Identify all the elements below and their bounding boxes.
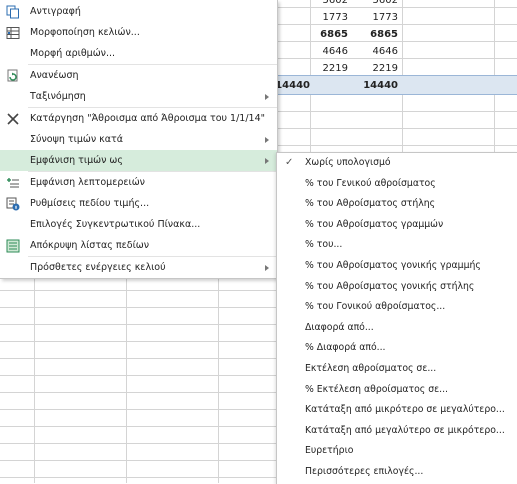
field-settings-icon bbox=[6, 197, 20, 211]
table-cell[interactable]: 5602 bbox=[350, 0, 398, 9]
menu-item-refresh[interactable]: Ανανέωση bbox=[0, 65, 277, 86]
menu-item-sort[interactable]: Ταξινόμηση bbox=[0, 86, 277, 107]
context-menu: Αντιγραφή Μορφοποίηση κελιών... Μορφή αρ… bbox=[0, 0, 278, 279]
menu-item-show-details[interactable]: Εμφάνιση λεπτομερειών bbox=[0, 172, 277, 193]
submenu-item-pct-of[interactable]: % του... bbox=[277, 235, 517, 256]
submenu-item-label: % του Αθροίσματος στήλης bbox=[305, 198, 436, 210]
submenu-arrow-icon bbox=[265, 265, 269, 271]
submenu-item-pct-row-total[interactable]: % του Αθροίσματος γραμμών bbox=[277, 215, 517, 236]
menu-item-label: Αντιγραφή bbox=[30, 6, 81, 17]
submenu-item-no-calculation[interactable]: ✓ Χωρίς υπολογισμό bbox=[277, 153, 517, 174]
submenu-item-label: Ευρετήριο bbox=[305, 445, 354, 457]
menu-item-label: Πρόσθετες ενέργειες κελιού bbox=[30, 262, 166, 273]
table-cell[interactable]: 6865 bbox=[350, 26, 398, 43]
menu-item-label: Εμφάνιση λεπτομερειών bbox=[30, 177, 145, 188]
remove-x-icon bbox=[6, 112, 20, 126]
submenu-item-more-options[interactable]: Περισσότερες επιλογές... bbox=[277, 462, 517, 483]
submenu-item-label: % του Γονικού αθροίσματος... bbox=[305, 301, 446, 313]
menu-item-remove-field[interactable]: Κατάργηση "Άθροισμα από Άθροισμα του 1/1… bbox=[0, 108, 277, 129]
menu-item-label: Μορφή αριθμών... bbox=[30, 48, 116, 59]
submenu-item-label: Κατάταξη από μεγαλύτερο σε μικρότερο... bbox=[305, 424, 505, 436]
submenu-item-pct-grand-total[interactable]: % του Γενικού αθροίσματος bbox=[277, 174, 517, 195]
submenu-item-pct-difference-from[interactable]: % Διαφορά από... bbox=[277, 338, 517, 359]
submenu-item-pct-running-total-in[interactable]: % Εκτέλεση αθροίσματος σε... bbox=[277, 380, 517, 401]
submenu-arrow-icon bbox=[265, 94, 269, 100]
submenu-item-rank-largest-to-smallest[interactable]: Κατάταξη από μεγαλύτερο σε μικρότερο... bbox=[277, 421, 517, 442]
submenu-item-pct-parent-column-total[interactable]: % του Αθροίσματος γονικής στήλης bbox=[277, 277, 517, 298]
table-cell[interactable]: 1773 bbox=[300, 9, 348, 26]
table-cell[interactable]: 1773 bbox=[350, 9, 398, 26]
submenu-item-pct-column-total[interactable]: % του Αθροίσματος στήλης bbox=[277, 194, 517, 215]
refresh-icon bbox=[6, 69, 20, 83]
menu-item-format-cells[interactable]: Μορφοποίηση κελιών... bbox=[0, 22, 277, 43]
menu-item-label: Επιλογές Συγκεντρωτικού Πίνακα... bbox=[30, 219, 201, 230]
submenu-item-label: % του Αθροίσματος γονικής γραμμής bbox=[305, 260, 481, 271]
submenu-item-running-total-in[interactable]: Εκτέλεση αθροίσματος σε... bbox=[277, 359, 517, 380]
menu-item-show-values-as[interactable]: Εμφάνιση τιμών ως bbox=[0, 150, 277, 171]
menu-item-summarize-values-by[interactable]: Σύνοψη τιμών κατά bbox=[0, 129, 277, 150]
table-cell[interactable]: 4646 bbox=[300, 43, 348, 60]
menu-item-number-format[interactable]: Μορφή αριθμών... bbox=[0, 43, 277, 64]
total-row-border bbox=[262, 94, 517, 95]
field-list-icon bbox=[6, 239, 20, 253]
submenu-item-label: Διαφορά από... bbox=[305, 321, 374, 333]
menu-item-pivot-table-options[interactable]: Επιλογές Συγκεντρωτικού Πίνακα... bbox=[0, 214, 277, 235]
table-cell[interactable]: 6865 bbox=[300, 26, 348, 43]
submenu-item-label: % Εκτέλεση αθροίσματος σε... bbox=[305, 383, 448, 395]
submenu-item-label: % Διαφορά από... bbox=[305, 342, 386, 354]
expand-details-icon bbox=[6, 176, 20, 190]
menu-item-label: Εμφάνιση τιμών ως bbox=[30, 155, 123, 166]
submenu-item-label: % του Γενικού αθροίσματος bbox=[305, 177, 436, 189]
menu-item-value-field-settings[interactable]: Ρυθμίσεις πεδίου τιμής... bbox=[0, 193, 277, 214]
menu-item-additional-actions[interactable]: Πρόσθετες ενέργειες κελιού bbox=[0, 257, 277, 278]
submenu-item-pct-parent-row-total[interactable]: % του Αθροίσματος γονικής γραμμής bbox=[277, 256, 517, 277]
checkmark-icon: ✓ bbox=[285, 157, 294, 168]
submenu-arrow-icon bbox=[265, 158, 269, 164]
menu-item-label: Απόκρυψη λίστας πεδίων bbox=[30, 240, 150, 251]
submenu-item-difference-from[interactable]: Διαφορά από... bbox=[277, 318, 517, 339]
format-cells-icon bbox=[6, 26, 20, 40]
submenu-item-index[interactable]: Ευρετήριο bbox=[277, 441, 517, 462]
submenu-item-label: % του... bbox=[305, 239, 343, 251]
menu-item-label: Κατάργηση "Άθροισμα από Άθροισμα του 1/1… bbox=[30, 113, 265, 124]
submenu-item-pct-parent-total[interactable]: % του Γονικού αθροίσματος... bbox=[277, 297, 517, 318]
table-cell[interactable]: 2219 bbox=[350, 60, 398, 77]
menu-item-label: Ταξινόμηση bbox=[30, 91, 86, 102]
submenu-item-label: Περισσότερες επιλογές... bbox=[305, 466, 424, 477]
menu-item-label: Σύνοψη τιμών κατά bbox=[30, 134, 124, 145]
menu-item-hide-field-list[interactable]: Απόκρυψη λίστας πεδίων bbox=[0, 235, 277, 256]
menu-item-copy[interactable]: Αντιγραφή bbox=[0, 1, 277, 22]
submenu-item-label: % του Αθροίσματος γραμμών bbox=[305, 218, 444, 230]
submenu-arrow-icon bbox=[265, 137, 269, 143]
menu-item-label: Ανανέωση bbox=[30, 70, 79, 81]
table-cell[interactable]: 14440 bbox=[350, 77, 398, 94]
submenu-item-label: Εκτέλεση αθροίσματος σε... bbox=[305, 363, 437, 374]
menu-item-label: Μορφοποίηση κελιών... bbox=[30, 27, 140, 38]
copy-icon bbox=[6, 5, 20, 19]
submenu-item-label: Κατάταξη από μικρότερο σε μεγαλύτερο... bbox=[305, 404, 505, 416]
table-cell[interactable]: 4646 bbox=[350, 43, 398, 60]
submenu-item-label: % του Αθροίσματος γονικής στήλης bbox=[305, 280, 475, 292]
table-cell[interactable]: 5602 bbox=[300, 0, 348, 9]
menu-item-label: Ρυθμίσεις πεδίου τιμής... bbox=[30, 198, 150, 209]
table-cell[interactable]: 2219 bbox=[300, 60, 348, 77]
submenu-item-rank-smallest-to-largest[interactable]: Κατάταξη από μικρότερο σε μεγαλύτερο... bbox=[277, 400, 517, 421]
show-values-as-submenu: ✓ Χωρίς υπολογισμό % του Γενικού αθροίσμ… bbox=[276, 152, 517, 484]
submenu-item-label: Χωρίς υπολογισμό bbox=[305, 157, 391, 168]
